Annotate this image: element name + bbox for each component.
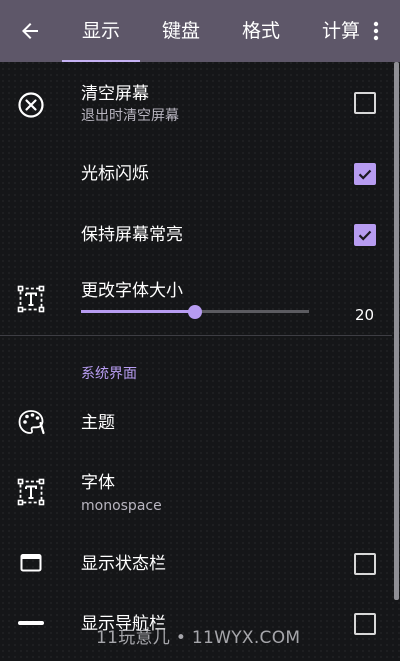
scrollbar[interactable]: [394, 62, 399, 600]
clear-screen-checkbox[interactable]: [354, 92, 376, 114]
tab-display[interactable]: 显示: [62, 0, 140, 62]
format-font-icon: [14, 475, 48, 509]
tab-strip: 显示 键盘 格式 计算: [62, 0, 362, 62]
keep-screen-on-checkbox[interactable]: [354, 224, 376, 246]
font-size-slider[interactable]: [81, 304, 309, 319]
setting-keep-screen-on[interactable]: 保持屏幕常亮: [0, 205, 392, 265]
setting-title: 保持屏幕常亮: [81, 225, 183, 245]
minus-icon: [14, 606, 48, 640]
setting-font[interactable]: 字体 monospace: [0, 453, 392, 533]
palette-icon: [14, 405, 48, 439]
more-options-button[interactable]: [362, 11, 390, 51]
dots-vertical-icon: [373, 21, 379, 41]
format-size-icon: [14, 282, 48, 316]
show-status-bar-checkbox[interactable]: [354, 553, 376, 575]
window-icon: [14, 546, 48, 580]
top-app-bar: 显示 键盘 格式 计算: [0, 0, 400, 62]
slider-fill: [81, 310, 195, 313]
tab-keyboard[interactable]: 键盘: [142, 0, 220, 62]
show-nav-bar-checkbox[interactable]: [354, 613, 376, 635]
font-size-value: 20: [355, 306, 375, 324]
slider-thumb[interactable]: [188, 304, 202, 319]
setting-title: 显示状态栏: [81, 554, 166, 574]
setting-title: 字体: [81, 473, 115, 493]
section-divider: [0, 335, 392, 336]
setting-font-size: 更改字体大小: [0, 265, 392, 335]
section-header-system-ui: 系统界面: [81, 366, 137, 382]
setting-title: 主题: [81, 413, 115, 433]
setting-show-status-bar[interactable]: 显示状态栏: [0, 533, 392, 593]
setting-title: 更改字体大小: [81, 281, 183, 301]
check-icon: [358, 169, 372, 180]
back-button[interactable]: [10, 11, 50, 51]
tab-calculate[interactable]: 计算: [322, 0, 362, 62]
setting-subtitle: 退出时清空屏幕: [81, 108, 179, 124]
watermark-text: 11玩意儿 • 11WYX.COM: [96, 628, 301, 648]
arrow-left-icon: [22, 23, 38, 39]
setting-subtitle: monospace: [81, 498, 162, 514]
setting-theme[interactable]: 主题: [0, 393, 392, 453]
setting-clear-screen[interactable]: 清空屏幕 退出时清空屏幕: [0, 62, 392, 147]
setting-title: 光标闪烁: [81, 164, 149, 184]
tab-format[interactable]: 格式: [222, 0, 300, 62]
setting-title: 清空屏幕: [81, 84, 149, 104]
close-circle-icon: [14, 88, 48, 122]
cursor-blink-checkbox[interactable]: [354, 163, 376, 185]
setting-cursor-blink[interactable]: 光标闪烁: [0, 147, 392, 205]
check-icon: [358, 230, 372, 241]
